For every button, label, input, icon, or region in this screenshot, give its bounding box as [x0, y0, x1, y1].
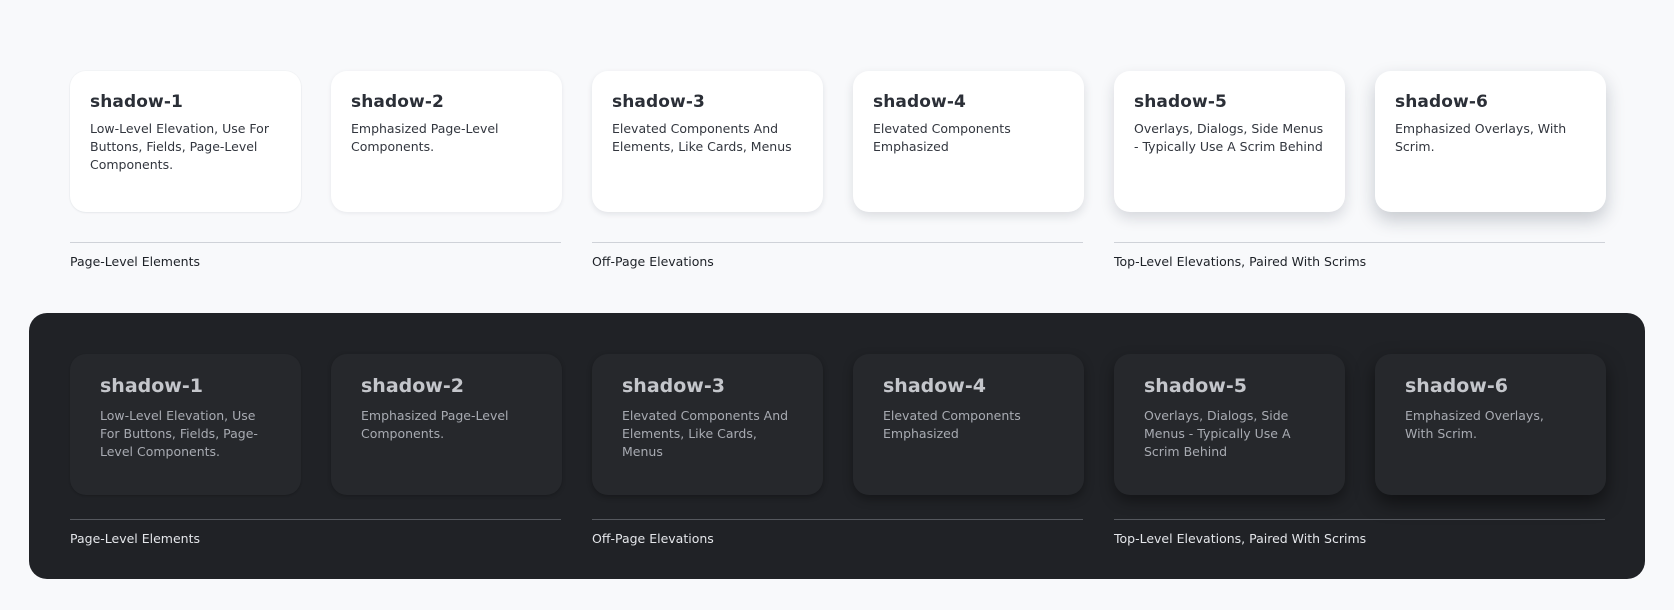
card-description: Low-Level Elevation, Use For Buttons, Fi… [90, 121, 269, 172]
card-title: shadow-6 [1405, 375, 1508, 397]
dark-card-shadow-4: shadow-4 Elevated Components Emphasized [853, 354, 1084, 495]
dark-card-shadow-1: shadow-1 Low-Level Elevation, Use For Bu… [70, 354, 301, 495]
card-description: Emphasized Overlays, With Scrim. [1395, 121, 1567, 154]
group-label: Page-Level Elements [70, 531, 201, 546]
card-description: Overlays, Dialogs, Side Menus - Typicall… [1144, 408, 1291, 459]
card-description: Emphasized Page-Level Components. [351, 121, 499, 154]
card-title: shadow-4 [883, 375, 986, 397]
card-title: shadow-1 [100, 375, 203, 397]
dark-card-shadow-2: shadow-2 Emphasized Page-Level Component… [331, 354, 562, 495]
group-divider: Top-Level Elevations, Paired With Scrims [1114, 519, 1605, 547]
card-description: Elevated Components Emphasized [883, 408, 1021, 441]
card-description: Low-Level Elevation, Use For Buttons, Fi… [100, 408, 258, 459]
light-card-shadow-6: shadow-6 Emphasized Overlays, With Scrim… [1375, 71, 1606, 212]
light-card-shadow-4: shadow-4 Elevated Components Emphasized [853, 71, 1084, 212]
light-shadow-cards: shadow-1 Low-Level Elevation, Use For Bu… [70, 71, 1606, 212]
card-title: shadow-4 [873, 92, 966, 112]
card-title: shadow-3 [612, 92, 705, 112]
card-title: shadow-6 [1395, 92, 1488, 112]
light-card-shadow-1: shadow-1 Low-Level Elevation, Use For Bu… [70, 71, 301, 212]
light-card-shadow-2: shadow-2 Emphasized Page-Level Component… [331, 71, 562, 212]
card-description: Emphasized Overlays, With Scrim. [1405, 408, 1544, 441]
card-description: Elevated Components Emphasized [873, 121, 1011, 154]
group-divider: Page-Level Elements [70, 519, 561, 547]
card-title: shadow-2 [361, 375, 464, 397]
card-title: shadow-2 [351, 92, 444, 112]
group-divider: Page-Level Elements [70, 242, 561, 270]
card-title: shadow-5 [1134, 92, 1227, 112]
card-title: shadow-5 [1144, 375, 1247, 397]
card-title: shadow-3 [622, 375, 725, 397]
card-title: shadow-1 [90, 92, 183, 112]
card-description: Elevated Components And Elements, Like C… [622, 408, 789, 459]
group-divider: Off-Page Elevations [592, 242, 1083, 270]
card-description: Elevated Components And Elements, Like C… [612, 121, 792, 154]
dark-group-labels: Page-Level Elements Off-Page Elevations … [70, 519, 1605, 547]
group-label: Top-Level Elevations, Paired With Scrims [1114, 531, 1367, 546]
card-description: Emphasized Page-Level Components. [361, 408, 509, 441]
group-label: Top-Level Elevations, Paired With Scrims [1114, 254, 1367, 269]
group-divider: Top-Level Elevations, Paired With Scrims [1114, 242, 1605, 270]
dark-card-shadow-6: shadow-6 Emphasized Overlays, With Scrim… [1375, 354, 1606, 495]
dark-shadow-cards: shadow-1 Low-Level Elevation, Use For Bu… [70, 354, 1606, 495]
light-card-shadow-3: shadow-3 Elevated Components And Element… [592, 71, 823, 212]
light-card-shadow-5: shadow-5 Overlays, Dialogs, Side Menus -… [1114, 71, 1345, 212]
group-label: Off-Page Elevations [592, 531, 714, 546]
card-description: Overlays, Dialogs, Side Menus - Typicall… [1134, 121, 1324, 154]
light-group-labels: Page-Level Elements Off-Page Elevations … [70, 242, 1605, 270]
dark-card-shadow-5: shadow-5 Overlays, Dialogs, Side Menus -… [1114, 354, 1345, 495]
dark-card-shadow-3: shadow-3 Elevated Components And Element… [592, 354, 823, 495]
group-label: Page-Level Elements [70, 254, 201, 269]
group-divider: Off-Page Elevations [592, 519, 1083, 547]
group-label: Off-Page Elevations [592, 254, 714, 269]
